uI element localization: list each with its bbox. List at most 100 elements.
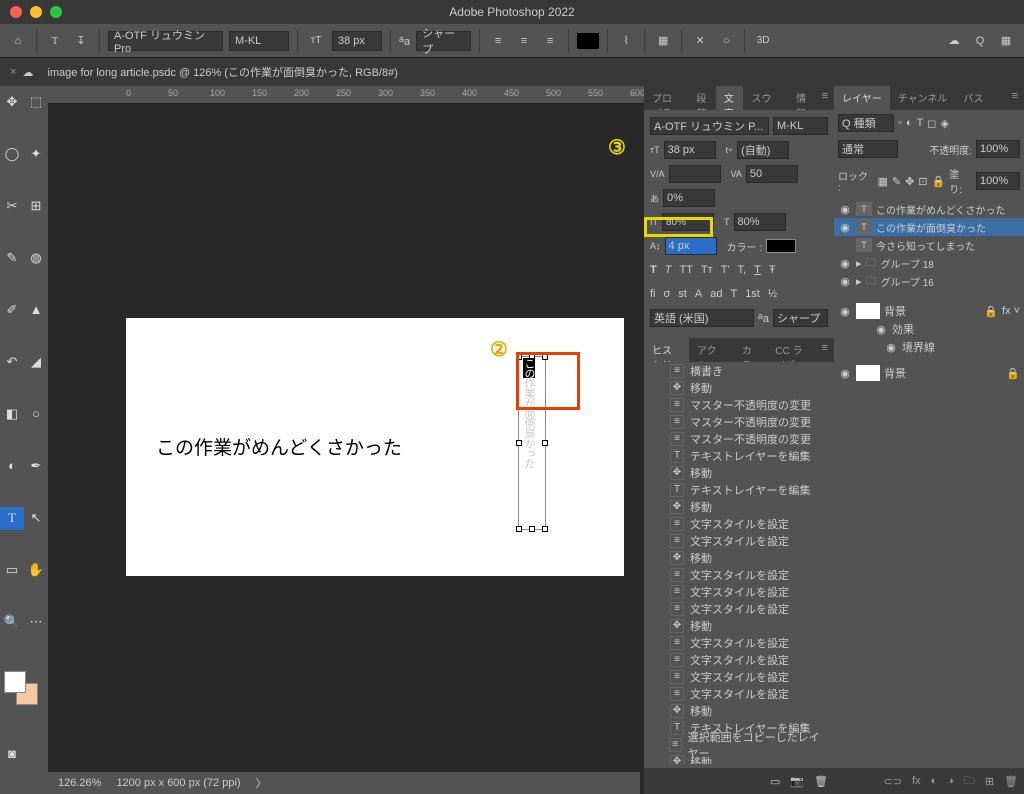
brush-tool[interactable]: ✐ (0, 298, 24, 321)
commit-icon[interactable]: ○ (716, 31, 736, 51)
stamp-tool[interactable]: ▲ (24, 298, 48, 321)
history-brush-tool[interactable]: ↶ (0, 350, 24, 373)
visibility-toggle[interactable]: ◉ (838, 221, 852, 234)
visibility-toggle[interactable]: ◉ (838, 275, 852, 288)
font-weight-input[interactable]: M-KL (229, 31, 289, 51)
3d-icon[interactable]: 3D (753, 31, 773, 51)
history-item[interactable]: Tテキストレイヤーを編集 (644, 447, 834, 464)
tab-info[interactable]: 情報 (788, 86, 815, 110)
disclosure-icon[interactable]: ▸ (856, 257, 862, 270)
heal-tool[interactable]: ◍ (24, 246, 48, 269)
workspace-icon[interactable]: ▦ (996, 31, 1016, 51)
layer-row[interactable]: ◉Tこの作業がめんどくさかった (834, 200, 1024, 218)
layer-effect[interactable]: ◉境界線 (834, 338, 1024, 356)
half-alt[interactable]: ½ (768, 288, 777, 300)
layer-name[interactable]: 背景 (884, 365, 906, 381)
layer-name[interactable]: 今さら知ってしまった (876, 238, 975, 253)
char-font-weight[interactable]: M-KL (773, 117, 828, 135)
toggle-panels-icon[interactable]: ▦ (653, 31, 673, 51)
layer-name[interactable]: この作業がめんどくさかった (876, 202, 1005, 217)
rect-tool[interactable]: ▭ (0, 559, 24, 582)
char-baseline[interactable]: 4 px (665, 237, 717, 255)
history-item[interactable]: ≡マスター不透明度の変更 (644, 430, 834, 447)
document-tab[interactable]: image for long article.psdc @ 126% (この作業… (37, 58, 407, 86)
filter-shape-icon[interactable]: ◻ (927, 117, 936, 130)
smallcaps-button[interactable]: Tт (701, 264, 713, 276)
t-alt[interactable]: T (730, 288, 737, 300)
history-item[interactable]: ≡文字スタイルを設定 (644, 685, 834, 702)
history-item[interactable]: ≡選択範囲をコピーしたレイヤー (644, 736, 834, 753)
char-leading[interactable]: (自動) (737, 141, 789, 159)
cloud-icon[interactable]: ☁ (944, 31, 964, 51)
fx-badge[interactable]: fx ˅ (1002, 305, 1020, 317)
horizontal-text[interactable]: この作業がめんどくさかった (156, 433, 402, 460)
align-left-icon[interactable]: ≡ (488, 31, 508, 51)
history-item[interactable]: ✥移動 (644, 549, 834, 566)
bold-button[interactable]: T (650, 264, 657, 276)
text-color-swatch[interactable] (577, 33, 599, 49)
layer-name[interactable]: 背景 (884, 303, 906, 319)
tab-character[interactable]: 文字 (716, 86, 743, 110)
tab-color[interactable]: カラー (734, 338, 767, 362)
font-family-input[interactable]: A-OTF リュウミン Pro (108, 31, 223, 51)
font-size-input[interactable]: 38 px (332, 31, 382, 51)
history-item[interactable]: ≡文字スタイルを設定 (644, 566, 834, 583)
orientation-icon[interactable]: ↧ (71, 31, 91, 51)
tab-history[interactable]: ヒストリー (644, 338, 689, 362)
doc-info[interactable]: 1200 px x 600 px (72 ppi) (116, 777, 240, 789)
sub-button[interactable]: T, (738, 264, 747, 276)
layer-row[interactable]: ◉Tこの作業が面倒臭かった (834, 218, 1024, 236)
layer-row[interactable]: ◉背景🔒 (834, 364, 1024, 382)
lock-pos-icon[interactable]: ✥ (905, 175, 914, 188)
frame-tool[interactable]: ⊞ (24, 194, 48, 217)
char-kerning[interactable] (669, 165, 721, 183)
antialiasing-input[interactable]: シャープ (416, 31, 471, 51)
camera-icon[interactable]: 📷 (790, 775, 804, 788)
tab-close-icon[interactable]: × (10, 66, 16, 78)
filter-adjust-icon[interactable]: ◐ (906, 117, 913, 129)
type-tool[interactable]: T (0, 507, 24, 530)
visibility-toggle[interactable]: ◉ (838, 367, 852, 380)
dodge-tool[interactable]: ◐ (0, 454, 24, 477)
delete-layer-icon[interactable]: 🗑 (1004, 775, 1018, 788)
underline-button[interactable]: T (754, 264, 761, 276)
lock-paint-icon[interactable]: ✎ (892, 175, 901, 188)
visibility-toggle[interactable]: ◉ (838, 257, 852, 270)
char-font-family[interactable]: A-OTF リュウミン P... (650, 117, 769, 135)
tab-cclibs[interactable]: CC ライブ... (767, 338, 815, 362)
edit-toolbar[interactable]: ⋯ (24, 611, 48, 634)
history-item[interactable]: ≡文字スタイルを設定 (644, 600, 834, 617)
ad-alt[interactable]: ad (710, 288, 722, 300)
lasso-tool[interactable]: ◯ (0, 142, 24, 165)
layer-row[interactable]: ◉背景🔒fx ˅ (834, 302, 1024, 320)
1st-alt[interactable]: 1st (745, 288, 760, 300)
trash-icon[interactable]: 🗑 (814, 775, 828, 788)
wand-tool[interactable]: ✦ (24, 142, 48, 165)
tab-swatches[interactable]: スウォッチ (743, 86, 788, 110)
hand-tool[interactable]: ✋ (24, 559, 48, 582)
char-hscale-h[interactable]: 80% (734, 213, 786, 231)
layer-effect[interactable]: ◉効果 (834, 320, 1024, 338)
history-item[interactable]: ≡文字スタイルを設定 (644, 583, 834, 600)
char-vscale[interactable]: 0% (663, 189, 715, 207)
layer-row[interactable]: ◉▸🗀グループ 16 (834, 272, 1024, 290)
gradient-tool[interactable]: ◧ (0, 402, 24, 425)
zoom-level[interactable]: 126.26% (58, 777, 101, 789)
new-adjust-icon[interactable]: ◑ (947, 775, 954, 787)
fill-input[interactable]: 100% (976, 172, 1020, 190)
status-arrow-icon[interactable]: 〉 (256, 775, 267, 791)
new-layer-icon[interactable]: ⊞ (985, 775, 994, 788)
warp-text-icon[interactable]: ⌇ (616, 31, 636, 51)
layer-filter[interactable]: Q 種類 (838, 114, 894, 132)
new-snapshot-icon[interactable]: ▭ (770, 775, 780, 788)
char-color-swatch[interactable] (766, 239, 796, 253)
opacity-input[interactable]: 100% (976, 140, 1020, 158)
minimize-window[interactable] (30, 6, 42, 18)
history-item[interactable]: ✥移動 (644, 617, 834, 634)
visibility-toggle[interactable]: ◉ (838, 305, 852, 318)
history-item[interactable]: ✥移動 (644, 702, 834, 719)
history-item[interactable]: ≡文字スタイルを設定 (644, 651, 834, 668)
strike-button[interactable]: Ŧ (769, 264, 776, 276)
st-ligature[interactable]: st (678, 288, 687, 300)
italic-button[interactable]: T (665, 264, 672, 276)
